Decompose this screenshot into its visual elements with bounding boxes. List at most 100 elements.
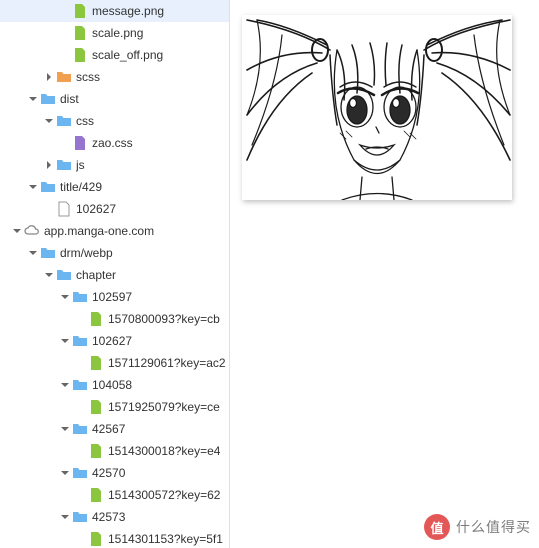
- toggle-none: [60, 50, 70, 60]
- toggle-none: [76, 314, 86, 324]
- tree-row[interactable]: 104058: [0, 374, 229, 396]
- tree-item-label: scale_off.png: [92, 48, 163, 62]
- tree-row[interactable]: 1570800093?key=cb: [0, 308, 229, 330]
- tree-item-label: 1514301153?key=5f1: [108, 532, 223, 546]
- file-green-icon: [88, 355, 104, 371]
- folder-blue-icon: [72, 289, 88, 305]
- tree-row[interactable]: message.png: [0, 0, 229, 22]
- file-green-icon: [72, 3, 88, 19]
- expand-toggle-icon[interactable]: [12, 226, 22, 236]
- tree-row[interactable]: 42573: [0, 506, 229, 528]
- tree-row[interactable]: 42567: [0, 418, 229, 440]
- folder-blue-icon: [72, 421, 88, 437]
- file-green-icon: [88, 487, 104, 503]
- tree-row[interactable]: scss: [0, 66, 229, 88]
- toggle-none: [76, 490, 86, 500]
- tree-row[interactable]: css: [0, 110, 229, 132]
- tree-row[interactable]: chapter: [0, 264, 229, 286]
- tree-item-label: 1514300018?key=e4: [108, 444, 220, 458]
- toggle-none: [44, 204, 54, 214]
- tree-item-label: 1514300572?key=62: [108, 488, 220, 502]
- cloud-icon: [24, 223, 40, 239]
- tree-item-label: app.manga-one.com: [44, 224, 154, 238]
- file-green-icon: [72, 25, 88, 41]
- tree-item-label: 102597: [92, 290, 132, 304]
- watermark: 值 什么值得买: [424, 514, 531, 540]
- preview-image: [242, 15, 512, 200]
- tree-row[interactable]: 102597: [0, 286, 229, 308]
- file-white-icon: [56, 201, 72, 217]
- tree-item-label: scale.png: [92, 26, 143, 40]
- tree-row[interactable]: title/429: [0, 176, 229, 198]
- tree-row[interactable]: 1514301153?key=5f1: [0, 528, 229, 548]
- expand-toggle-icon[interactable]: [60, 336, 70, 346]
- tree-row[interactable]: 1514300572?key=62: [0, 484, 229, 506]
- folder-blue-icon: [40, 91, 56, 107]
- tree-item-label: scss: [76, 70, 100, 84]
- tree-row[interactable]: zao.css: [0, 132, 229, 154]
- tree-item-label: css: [76, 114, 94, 128]
- file-green-icon: [88, 399, 104, 415]
- tree-item-label: message.png: [92, 4, 164, 18]
- folder-orange-icon: [56, 69, 72, 85]
- expand-toggle-icon[interactable]: [60, 424, 70, 434]
- file-green-icon: [88, 531, 104, 547]
- expand-toggle-icon[interactable]: [60, 380, 70, 390]
- tree-row[interactable]: app.manga-one.com: [0, 220, 229, 242]
- file-green-icon: [72, 47, 88, 63]
- watermark-badge-icon: 值: [424, 514, 450, 540]
- toggle-none: [76, 358, 86, 368]
- expand-toggle-icon[interactable]: [44, 160, 54, 170]
- file-purple-icon: [72, 135, 88, 151]
- file-green-icon: [88, 311, 104, 327]
- tree-row[interactable]: scale_off.png: [0, 44, 229, 66]
- tree-item-label: js: [76, 158, 85, 172]
- expand-toggle-icon[interactable]: [60, 468, 70, 478]
- expand-toggle-icon[interactable]: [60, 292, 70, 302]
- folder-blue-icon: [72, 333, 88, 349]
- toggle-none: [76, 402, 86, 412]
- expand-toggle-icon[interactable]: [28, 182, 38, 192]
- toggle-none: [60, 28, 70, 38]
- expand-toggle-icon[interactable]: [44, 72, 54, 82]
- tree-row[interactable]: drm/webp: [0, 242, 229, 264]
- tree-item-label: 1570800093?key=cb: [108, 312, 220, 326]
- tree-row[interactable]: 102627: [0, 198, 229, 220]
- tree-row[interactable]: 1571129061?key=ac2: [0, 352, 229, 374]
- tree-row[interactable]: scale.png: [0, 22, 229, 44]
- tree-row[interactable]: 42570: [0, 462, 229, 484]
- file-green-icon: [88, 443, 104, 459]
- expand-toggle-icon[interactable]: [44, 270, 54, 280]
- tree-item-label: 42567: [92, 422, 125, 436]
- tree-item-label: 1571925079?key=ce: [108, 400, 220, 414]
- tree-item-label: 102627: [92, 334, 132, 348]
- tree-row[interactable]: js: [0, 154, 229, 176]
- tree-item-label: title/429: [60, 180, 102, 194]
- toggle-none: [76, 534, 86, 544]
- tree-item-label: 42573: [92, 510, 125, 524]
- tree-item-label: dist: [60, 92, 79, 106]
- folder-blue-icon: [56, 113, 72, 129]
- watermark-text: 什么值得买: [456, 517, 531, 537]
- folder-blue-icon: [56, 157, 72, 173]
- expand-toggle-icon[interactable]: [60, 512, 70, 522]
- toggle-none: [60, 138, 70, 148]
- tree-row[interactable]: 1514300018?key=e4: [0, 440, 229, 462]
- tree-item-label: 104058: [92, 378, 132, 392]
- tree-item-label: 102627: [76, 202, 116, 216]
- tree-item-label: 42570: [92, 466, 125, 480]
- expand-toggle-icon[interactable]: [44, 116, 54, 126]
- tree-row[interactable]: 102627: [0, 330, 229, 352]
- file-tree-sidebar[interactable]: message.png scale.png scale_off.pngscss dis…: [0, 0, 230, 548]
- folder-blue-icon: [72, 465, 88, 481]
- folder-blue-icon: [72, 509, 88, 525]
- tree-row[interactable]: 1571925079?key=ce: [0, 396, 229, 418]
- preview-pane: [230, 0, 539, 548]
- tree-row[interactable]: dist: [0, 88, 229, 110]
- tree-item-label: drm/webp: [60, 246, 113, 260]
- expand-toggle-icon[interactable]: [28, 94, 38, 104]
- toggle-none: [76, 446, 86, 456]
- expand-toggle-icon[interactable]: [28, 248, 38, 258]
- toggle-none: [60, 6, 70, 16]
- tree-item-label: 1571129061?key=ac2: [108, 356, 226, 370]
